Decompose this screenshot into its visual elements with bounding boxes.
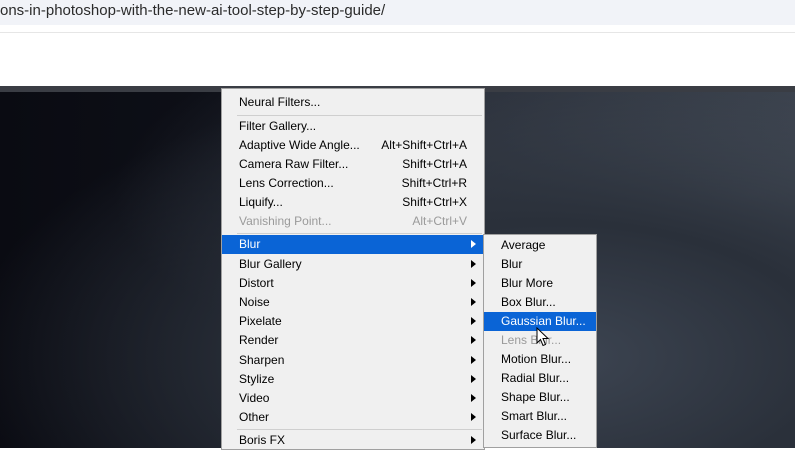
menu-item-distort[interactable]: Distort bbox=[222, 274, 484, 293]
menu-item-label: Vanishing Point... bbox=[239, 214, 332, 228]
menu-item-label: Neural Filters... bbox=[239, 95, 321, 109]
submenu-arrow-icon bbox=[471, 260, 476, 268]
submenu-arrow-icon bbox=[471, 298, 476, 306]
menu-item-filter-gallery[interactable]: Filter Gallery... bbox=[222, 117, 484, 136]
menu-item-label: Boris FX bbox=[239, 433, 286, 447]
menu-item-stylize[interactable]: Stylize bbox=[222, 370, 484, 389]
menu-item-vanishing-point: Vanishing Point... Alt+Ctrl+V bbox=[222, 212, 484, 231]
submenu-item-shape-blur[interactable]: Shape Blur... bbox=[484, 388, 596, 407]
menu-item-noise[interactable]: Noise bbox=[222, 293, 484, 312]
submenu-item-motion-blur[interactable]: Motion Blur... bbox=[484, 350, 596, 369]
submenu-item-blur[interactable]: Blur bbox=[484, 255, 596, 274]
menu-item-shortcut: Shift+Ctrl+R bbox=[401, 176, 467, 190]
submenu-item-radial-blur[interactable]: Radial Blur... bbox=[484, 369, 596, 388]
submenu-item-average[interactable]: Average bbox=[484, 236, 596, 255]
url-text: ons-in-photoshop-with-the-new-ai-tool-st… bbox=[0, 2, 386, 19]
menu-item-label: Blur bbox=[501, 257, 523, 271]
menu-item-label: Other bbox=[239, 410, 270, 424]
menu-item-label: Stylize bbox=[239, 372, 275, 386]
submenu-arrow-icon bbox=[471, 375, 476, 383]
menu-item-label: Lens Blur... bbox=[501, 333, 562, 347]
menu-item-label: Camera Raw Filter... bbox=[239, 157, 349, 171]
menu-item-label: Box Blur... bbox=[501, 295, 556, 309]
menu-item-blur[interactable]: Blur bbox=[222, 235, 484, 254]
submenu-arrow-icon bbox=[471, 317, 476, 325]
menu-item-shortcut: Alt+Ctrl+V bbox=[412, 214, 467, 228]
menu-item-label: Distort bbox=[239, 276, 274, 290]
menu-item-label: Blur Gallery bbox=[239, 257, 302, 271]
menu-item-label: Adaptive Wide Angle... bbox=[239, 138, 360, 152]
menu-separator bbox=[237, 233, 482, 234]
menu-item-shortcut: Shift+Ctrl+A bbox=[402, 157, 467, 171]
divider bbox=[0, 32, 795, 33]
menu-item-pixelate[interactable]: Pixelate bbox=[222, 312, 484, 331]
menu-item-neural-filters[interactable]: Neural Filters... bbox=[222, 93, 484, 112]
menu-item-label: Radial Blur... bbox=[501, 371, 570, 385]
menu-item-liquify[interactable]: Liquify... Shift+Ctrl+X bbox=[222, 193, 484, 212]
menu-item-shortcut: Shift+Ctrl+X bbox=[402, 195, 467, 209]
menu-item-label: Motion Blur... bbox=[501, 352, 572, 366]
menu-item-boris-fx[interactable]: Boris FX bbox=[222, 431, 484, 450]
menu-item-label: Lens Correction... bbox=[239, 176, 334, 190]
menu-item-label: Video bbox=[239, 391, 270, 405]
menu-separator bbox=[237, 115, 482, 116]
submenu-arrow-icon bbox=[471, 413, 476, 421]
submenu-arrow-icon bbox=[471, 336, 476, 344]
menu-item-shortcut: Alt+Shift+Ctrl+A bbox=[381, 138, 467, 152]
menu-item-label: Surface Blur... bbox=[501, 428, 577, 442]
menu-item-label: Liquify... bbox=[239, 195, 283, 209]
menu-item-label: Filter Gallery... bbox=[239, 119, 317, 133]
menu-item-label: Pixelate bbox=[239, 314, 282, 328]
menu-item-camera-raw-filter[interactable]: Camera Raw Filter... Shift+Ctrl+A bbox=[222, 155, 484, 174]
filter-menu: Neural Filters... Filter Gallery... Adap… bbox=[221, 88, 485, 450]
submenu-arrow-icon bbox=[471, 394, 476, 402]
menu-item-label: Gaussian Blur... bbox=[501, 314, 586, 328]
menu-item-label: Shape Blur... bbox=[501, 390, 570, 404]
menu-item-other[interactable]: Other bbox=[222, 408, 484, 427]
submenu-item-box-blur[interactable]: Box Blur... bbox=[484, 293, 596, 312]
submenu-arrow-icon bbox=[471, 356, 476, 364]
submenu-arrow-icon bbox=[471, 240, 476, 248]
menu-item-label: Noise bbox=[239, 295, 270, 309]
mouse-cursor-icon bbox=[536, 327, 550, 347]
submenu-arrow-icon bbox=[471, 279, 476, 287]
menu-item-label: Blur bbox=[239, 237, 261, 251]
menu-item-blur-gallery[interactable]: Blur Gallery bbox=[222, 255, 484, 274]
menu-item-label: Render bbox=[239, 333, 279, 347]
menu-item-sharpen[interactable]: Sharpen bbox=[222, 351, 484, 370]
menu-item-video[interactable]: Video bbox=[222, 389, 484, 408]
submenu-item-smart-blur[interactable]: Smart Blur... bbox=[484, 407, 596, 426]
url-bar[interactable]: ons-in-photoshop-with-the-new-ai-tool-st… bbox=[0, 0, 795, 25]
submenu-item-surface-blur[interactable]: Surface Blur... bbox=[484, 426, 596, 445]
menu-item-lens-correction[interactable]: Lens Correction... Shift+Ctrl+R bbox=[222, 174, 484, 193]
menu-item-label: Average bbox=[501, 238, 546, 252]
menu-item-label: Sharpen bbox=[239, 353, 285, 367]
menu-item-label: Smart Blur... bbox=[501, 409, 568, 423]
menu-item-adaptive-wide-angle[interactable]: Adaptive Wide Angle... Alt+Shift+Ctrl+A bbox=[222, 136, 484, 155]
menu-separator bbox=[237, 429, 482, 430]
submenu-arrow-icon bbox=[471, 436, 476, 444]
menu-item-render[interactable]: Render bbox=[222, 331, 484, 350]
menu-item-label: Blur More bbox=[501, 276, 554, 290]
submenu-item-blur-more[interactable]: Blur More bbox=[484, 274, 596, 293]
